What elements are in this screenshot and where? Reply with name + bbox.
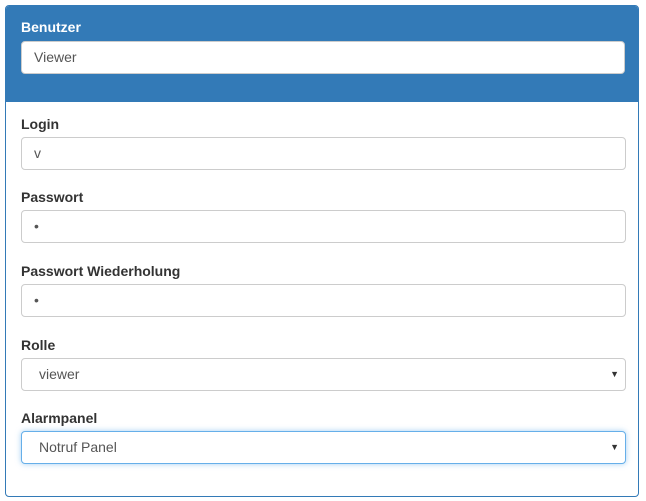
password-value: • bbox=[34, 218, 39, 234]
chevron-down-icon: ▼ bbox=[610, 369, 619, 379]
role-value: viewer bbox=[39, 366, 80, 382]
password-input[interactable]: • bbox=[21, 210, 626, 243]
password-repeat-label: Passwort Wiederholung bbox=[21, 263, 181, 279]
login-value: v bbox=[34, 145, 41, 161]
password-repeat-value: • bbox=[34, 292, 39, 308]
alarm-panel-label: Alarmpanel bbox=[21, 410, 98, 426]
login-input[interactable]: v bbox=[21, 137, 626, 170]
login-label: Login bbox=[21, 116, 60, 132]
password-repeat-input[interactable]: • bbox=[21, 284, 626, 317]
user-panel: Benutzer Viewer Login v Passwort • Passw… bbox=[5, 5, 639, 497]
alarm-panel-select[interactable]: Notruf Panel ▼ bbox=[21, 431, 626, 464]
role-select[interactable]: viewer ▼ bbox=[21, 358, 626, 391]
role-label: Rolle bbox=[21, 337, 56, 353]
panel-title: Benutzer bbox=[21, 19, 81, 35]
panel-heading: Benutzer Viewer bbox=[6, 6, 638, 102]
chevron-down-icon: ▼ bbox=[610, 442, 619, 452]
user-name-input[interactable]: Viewer bbox=[21, 41, 625, 74]
alarm-panel-value: Notruf Panel bbox=[39, 439, 117, 455]
password-label: Passwort bbox=[21, 189, 84, 205]
